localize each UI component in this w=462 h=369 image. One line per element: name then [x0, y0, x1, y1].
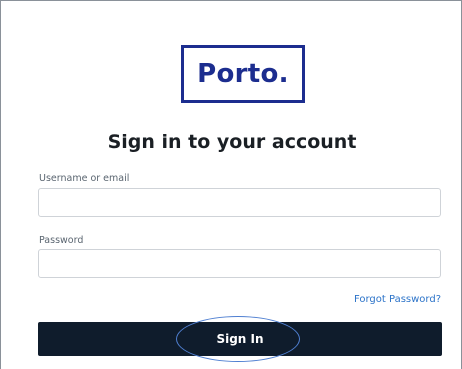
forgot-password-link[interactable]: Forgot Password?	[354, 294, 441, 305]
sign-in-button[interactable]: Sign In	[38, 322, 442, 356]
username-label: Username or email	[39, 173, 130, 184]
porto-logo: Porto.	[181, 45, 305, 103]
password-field[interactable]	[38, 249, 441, 278]
page-title: Sign in to your account	[107, 131, 357, 153]
username-field[interactable]	[38, 188, 441, 217]
password-label: Password	[39, 235, 84, 246]
login-card: Porto. Sign in to your account Username …	[0, 0, 462, 369]
logo-text: Porto.	[197, 59, 289, 89]
